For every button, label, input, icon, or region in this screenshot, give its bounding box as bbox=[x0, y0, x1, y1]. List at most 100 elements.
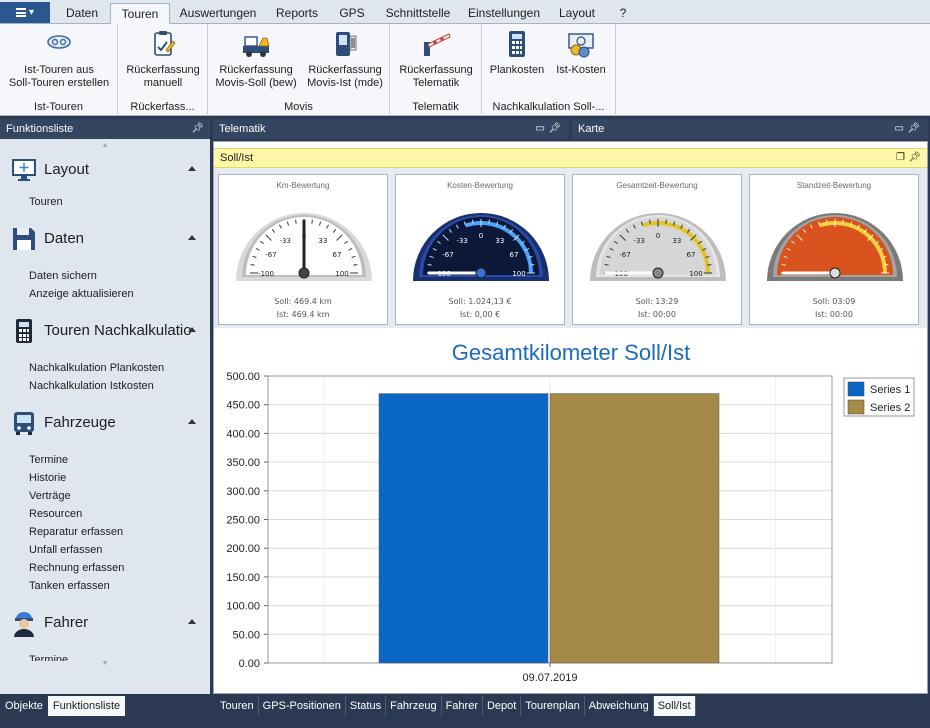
maximize-icon[interactable]: ▭ bbox=[536, 119, 545, 139]
item-daten-sichern[interactable]: Daten sichern bbox=[0, 267, 210, 285]
ribbon: Ist-Touren aus Soll-Touren erstellen Ist… bbox=[0, 24, 930, 116]
item-unfall-erfassen[interactable]: Unfall erfassen bbox=[0, 541, 210, 559]
tab-help[interactable]: ? bbox=[610, 3, 636, 24]
menu-icon bbox=[15, 8, 26, 17]
pin-icon[interactable]: 📌︎ bbox=[191, 119, 204, 139]
section-touren-nachkalkulation[interactable]: Touren Nachkalkulatio bbox=[0, 314, 210, 348]
item-touren[interactable]: Touren bbox=[0, 193, 210, 211]
tab-auswertungen[interactable]: Auswertungen bbox=[174, 3, 262, 24]
tab-reports[interactable]: Reports bbox=[268, 3, 326, 24]
x-tick-label: 09.07.2019 bbox=[522, 672, 577, 684]
ist-kosten-button[interactable]: Ist-Kosten bbox=[550, 28, 612, 77]
truck-icon bbox=[243, 36, 270, 57]
collapse-icon[interactable] bbox=[188, 619, 196, 624]
rueckerfassung-movis-ist-button[interactable]: Rückerfassung Movis-Ist (mde) bbox=[302, 28, 388, 90]
tab-touren[interactable]: Touren bbox=[216, 696, 259, 716]
gauge-tick-label: -33 bbox=[279, 237, 290, 245]
content-bottom-tabs: Touren GPS-Positionen Status Fahrzeug Fa… bbox=[216, 696, 696, 716]
item-vertraege[interactable]: Verträge bbox=[0, 487, 210, 505]
gauge-soll-value: Soll: 1.024,13 € bbox=[448, 297, 512, 306]
tab-daten[interactable]: Daten bbox=[56, 3, 108, 24]
rueckerfassung-movis-soll-button[interactable]: Rückerfassung Movis-Soll (bew) bbox=[212, 28, 300, 90]
gauge-tick bbox=[472, 219, 474, 224]
bar-series-2 bbox=[549, 393, 720, 664]
gauge-ist-value: Ist: 00:00 bbox=[815, 310, 853, 319]
funktionsliste-title: Funktionsliste bbox=[6, 123, 74, 135]
tab-abweichung[interactable]: Abweichung bbox=[585, 696, 654, 716]
gauge-tick bbox=[707, 264, 712, 266]
app-menu-button[interactable]: ▾ bbox=[0, 2, 50, 23]
item-resourcen[interactable]: Resourcen bbox=[0, 505, 210, 523]
tab-gps-positionen[interactable]: GPS-Positionen bbox=[259, 696, 346, 716]
plankosten-label: Plankosten bbox=[489, 64, 545, 76]
gauge-tick-label: -33 bbox=[633, 237, 644, 245]
pin-icon[interactable]: 📌︎ bbox=[907, 119, 920, 139]
scroll-down-icon[interactable]: ▼ bbox=[0, 660, 210, 671]
ist-touren-erstellen-button[interactable]: Ist-Touren aus Soll-Touren erstellen bbox=[4, 28, 114, 90]
gauge-tick bbox=[353, 264, 358, 266]
scroll-up-icon[interactable]: ▲ bbox=[0, 139, 210, 153]
tab-funktionsliste[interactable]: Funktionsliste bbox=[47, 696, 126, 716]
tab-layout[interactable]: Layout bbox=[550, 3, 604, 24]
item-tanken-erfassen[interactable]: Tanken erfassen bbox=[0, 577, 210, 595]
section-fahrzeuge[interactable]: Fahrzeuge bbox=[0, 406, 210, 440]
collapse-icon[interactable] bbox=[188, 235, 196, 240]
tab-fahrer[interactable]: Fahrer bbox=[442, 696, 483, 716]
ist-touren-erstellen-label-2: Soll-Touren erstellen bbox=[8, 77, 110, 89]
movis-soll-label-1: Rückerfassung bbox=[219, 64, 293, 76]
item-nachkalkulation-istkosten[interactable]: Nachkalkulation Istkosten bbox=[0, 377, 210, 395]
tab-gps[interactable]: GPS bbox=[332, 3, 372, 24]
tab-soll-ist[interactable]: Soll/Ist bbox=[653, 696, 696, 716]
section-layout[interactable]: Layout bbox=[0, 153, 210, 187]
chart-title: Gesamtkilometer Soll/Ist bbox=[452, 340, 690, 365]
telematik-label-1: Rückerfassung bbox=[399, 64, 473, 76]
item-termine[interactable]: Termine bbox=[0, 451, 210, 469]
tab-depot[interactable]: Depot bbox=[483, 696, 522, 716]
item-anzeige-aktualisieren[interactable]: Anzeige aktualisieren bbox=[0, 285, 210, 303]
tab-objekte[interactable]: Objekte bbox=[0, 696, 48, 716]
gauge-dial: -100-67-3303367100 bbox=[590, 213, 726, 281]
section-fahrer[interactable]: Fahrer bbox=[0, 606, 210, 640]
gauge-tick bbox=[884, 264, 889, 266]
section-title-touren-nachkalkulation: Touren Nachkalkulatio bbox=[44, 322, 192, 339]
tab-fahrzeug[interactable]: Fahrzeug bbox=[386, 696, 442, 716]
item-nachkalkulation-plankosten[interactable]: Nachkalkulation Plankosten bbox=[0, 359, 210, 377]
gauge-ist-value: Ist: 0,00 € bbox=[459, 310, 501, 319]
tab-touren[interactable]: Touren bbox=[110, 3, 170, 25]
gauge-tick bbox=[649, 219, 651, 224]
y-tick-label: 100.00 bbox=[226, 601, 260, 613]
tab-tourenplan[interactable]: Tourenplan bbox=[521, 696, 585, 716]
plankosten-button[interactable]: Plankosten bbox=[486, 28, 548, 77]
pin-icon[interactable]: 📌︎ bbox=[548, 119, 561, 139]
karte-dock-title: Karte bbox=[578, 123, 605, 135]
soll-ist-content: Soll/Ist ❐ 📌︎ Km-Bewertung -100-67-33033… bbox=[213, 141, 928, 694]
rueckerfassung-manuell-button[interactable]: Rückerfassung manuell bbox=[122, 28, 204, 90]
gauge-tick-label: 33 bbox=[672, 237, 681, 245]
movis-ist-label-2: Movis-Ist (mde) bbox=[307, 77, 383, 89]
rueckerfassung-telematik-button[interactable]: Rückerfassung Telematik bbox=[394, 28, 478, 90]
gauge-tick bbox=[665, 219, 667, 224]
y-tick-label: 500.00 bbox=[226, 371, 260, 383]
gauge-tick-label: -33 bbox=[456, 237, 467, 245]
collapse-icon[interactable] bbox=[188, 419, 196, 424]
collapse-icon[interactable] bbox=[188, 166, 196, 171]
pin-icon[interactable]: 📌︎ bbox=[908, 149, 921, 167]
group-movis: Rückerfassung Movis-Soll (bew) Rückerfas… bbox=[208, 24, 390, 116]
section-daten[interactable]: Daten bbox=[0, 222, 210, 256]
item-rechnung-erfassen[interactable]: Rechnung erfassen bbox=[0, 559, 210, 577]
gauge-tick bbox=[781, 264, 786, 266]
restore-icon[interactable]: ❐ bbox=[896, 149, 905, 167]
collapse-icon[interactable] bbox=[188, 327, 196, 332]
tab-einstellungen[interactable]: Einstellungen bbox=[464, 3, 544, 24]
gauge-hub bbox=[829, 267, 841, 279]
gauges-row: Km-Bewertung -100-67-3303367100 Soll: 46… bbox=[214, 168, 927, 328]
tab-status[interactable]: Status bbox=[346, 696, 387, 716]
funktionsliste-header: Funktionsliste 📌︎ bbox=[0, 119, 210, 139]
item-reparatur-erfassen[interactable]: Reparatur erfassen bbox=[0, 523, 210, 541]
tab-schnittstelle[interactable]: Schnittstelle bbox=[378, 3, 458, 24]
gauge-tick-label: -67 bbox=[442, 251, 453, 259]
gauge-tick bbox=[842, 219, 844, 224]
gauge-tick bbox=[826, 219, 828, 224]
maximize-icon[interactable]: ▭ bbox=[895, 119, 904, 139]
item-historie[interactable]: Historie bbox=[0, 469, 210, 487]
